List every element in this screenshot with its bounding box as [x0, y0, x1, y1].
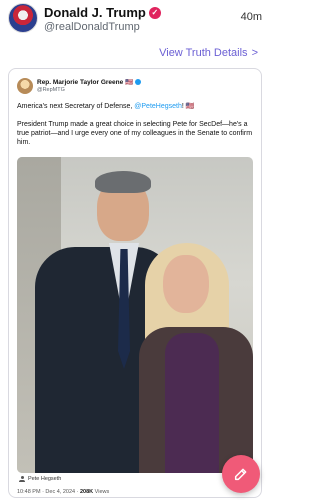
embedded-photo: [17, 157, 253, 473]
post-header: Donald J. Trump ✓ @realDonaldTrump 40m: [8, 3, 262, 33]
chevron-right-icon: >: [251, 47, 258, 59]
embedded-headline: America's next Secretary of Defense, @Pe…: [17, 102, 194, 110]
author-name[interactable]: Donald J. Trump: [44, 5, 146, 20]
verified-check-icon: [135, 79, 142, 85]
photo-credit-name: Pete Hegseth: [28, 476, 62, 482]
embedded-author-name: Rep. Marjorie Taylor Greene: [37, 78, 124, 86]
embedded-post-card[interactable]: Rep. Marjorie Taylor Greene 🇺🇸 @RepMTG A…: [8, 68, 262, 498]
embedded-author-handle: @RepMTG: [37, 87, 65, 93]
embedded-avatar: [17, 78, 33, 94]
headline-suffix: ! 🇺🇸: [181, 103, 195, 110]
photo-man-hair: [95, 171, 151, 193]
embedded-author-row: Rep. Marjorie Taylor Greene 🇺🇸: [37, 78, 142, 86]
verified-badge-icon: ✓: [148, 6, 161, 19]
photo-credit: Pete Hegseth: [19, 476, 61, 482]
embedded-body: President Trump made a great choice in s…: [17, 121, 253, 147]
view-truth-details-link[interactable]: View Truth Details >: [159, 47, 258, 59]
views-label: Views: [93, 489, 110, 495]
mention-link: @PeteHegseth: [134, 103, 182, 110]
compose-icon: [234, 468, 247, 481]
photo-woman-top: [165, 333, 219, 473]
post-timestamp: 10:48 PM · Dec 4, 2024 ·: [17, 489, 80, 495]
author-name-row[interactable]: Donald J. Trump ✓: [44, 5, 161, 20]
post-meta: 10:48 PM · Dec 4, 2024 · 208K Views: [17, 489, 109, 495]
compose-button[interactable]: [222, 455, 260, 493]
avatar[interactable]: [8, 3, 38, 33]
headline-prefix: America's next Secretary of Defense,: [17, 103, 135, 110]
flag-icon: 🇺🇸: [125, 79, 134, 86]
user-icon: [19, 476, 25, 482]
views-count: 208K: [79, 489, 94, 495]
author-handle[interactable]: @realDonaldTrump: [44, 21, 140, 33]
photo-woman-face: [163, 255, 209, 313]
post-time: 40m: [240, 11, 262, 23]
view-details-label: View Truth Details: [159, 47, 248, 59]
